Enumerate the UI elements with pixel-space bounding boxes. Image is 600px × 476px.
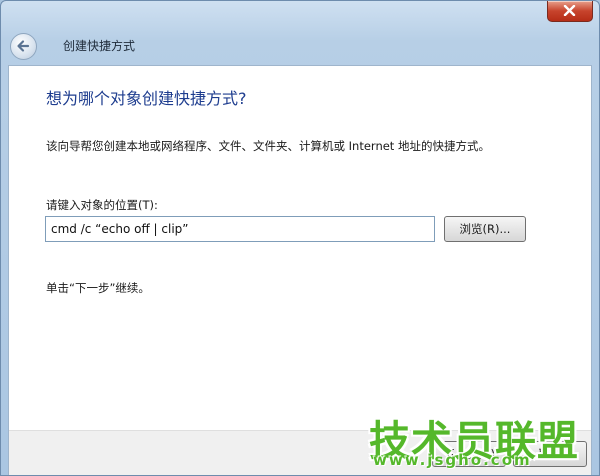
location-input[interactable] (45, 216, 435, 242)
page-heading: 想为哪个对象创建快捷方式? (46, 89, 247, 108)
back-button[interactable] (10, 33, 37, 60)
watermark: 技术员联盟 www.jsgho.com (369, 407, 589, 473)
watermark-url: www.jsgho.com (373, 451, 532, 469)
create-shortcut-window: 创建快捷方式 想为哪个对象创建快捷方式? 该向导帮您创建本地或网络程序、文件、文… (0, 0, 600, 476)
wizard-title: 创建快捷方式 (63, 39, 136, 53)
close-button[interactable] (547, 1, 593, 22)
wizard-description: 该向导帮您创建本地或网络程序、文件、文件夹、计算机或 Internet 地址的快… (46, 139, 490, 153)
location-label: 请键入对象的位置(T): (46, 198, 158, 212)
browse-button[interactable]: 浏览(R)... (444, 216, 526, 242)
title-bar: 创建快捷方式 (1, 1, 599, 65)
continue-hint: 单击“下一步”继续。 (46, 281, 150, 295)
